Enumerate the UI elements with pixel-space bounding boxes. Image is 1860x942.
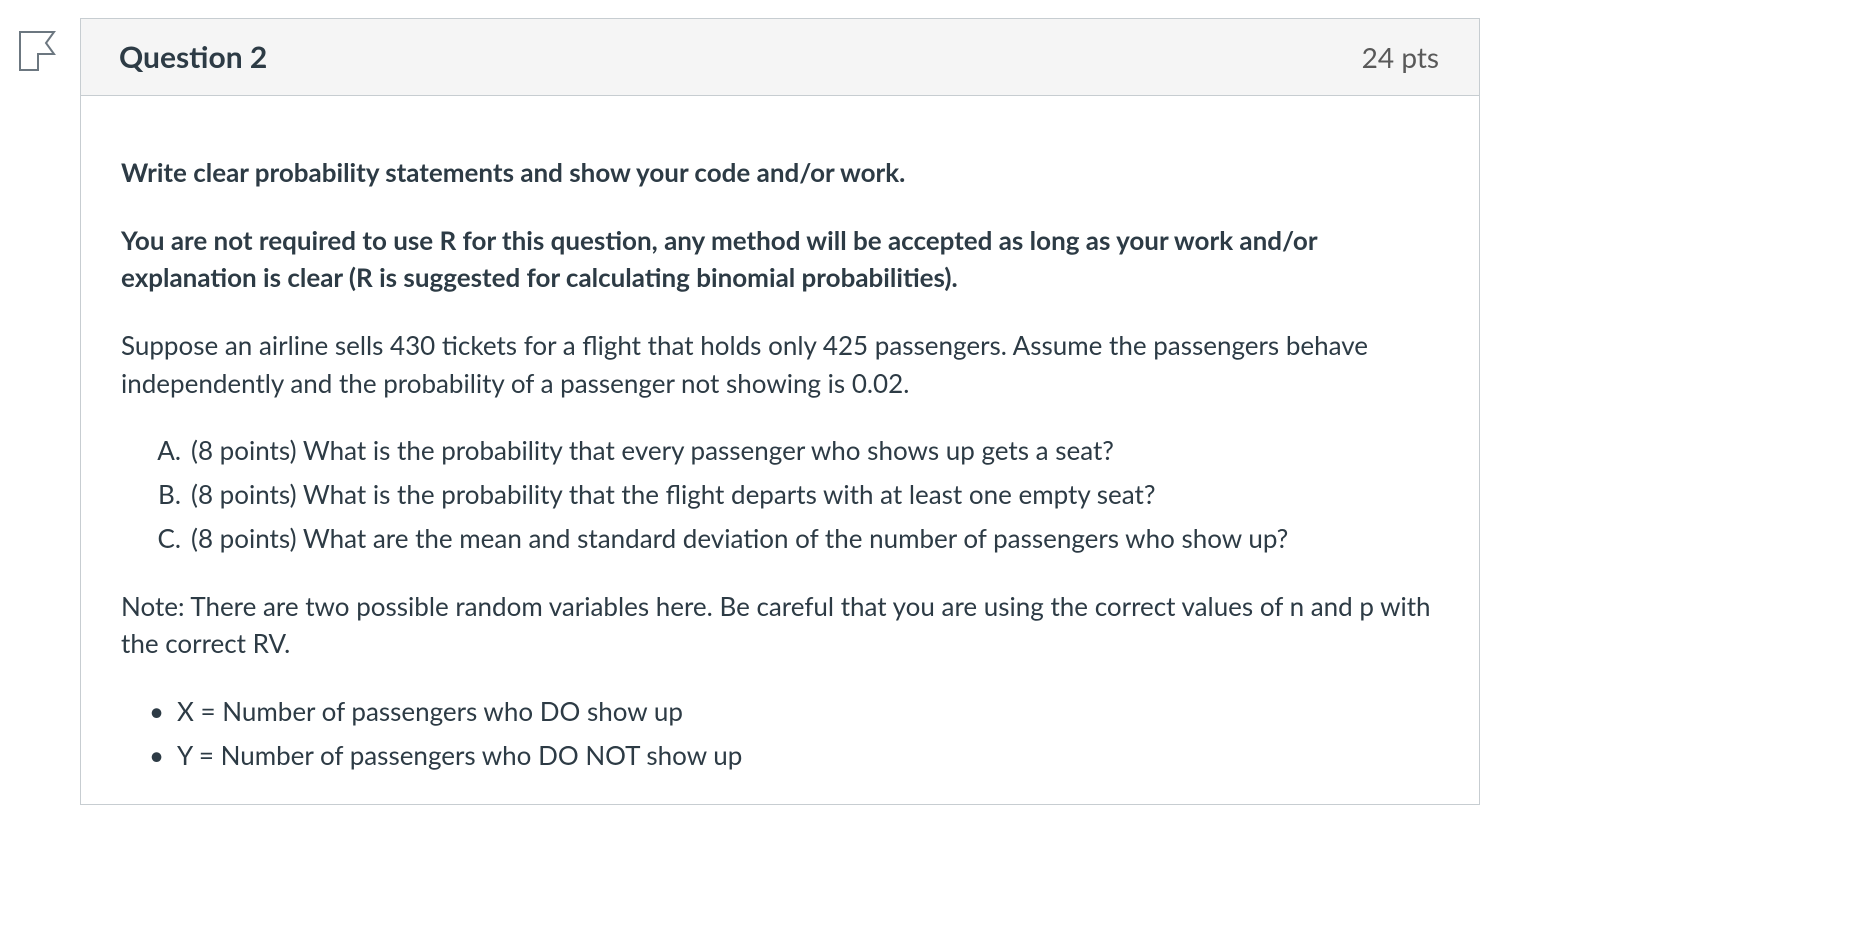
bullet-text: Y = Number of passengers who DO NOT show… xyxy=(177,739,742,771)
question-body: Write clear probability statements and s… xyxy=(81,96,1479,804)
list-item: Y = Number of passengers who DO NOT show… xyxy=(143,737,1439,775)
list-item: C. (8 points) What are the mean and stan… xyxy=(121,520,1439,558)
list-item: X = Number of passengers who DO show up xyxy=(143,693,1439,731)
question-header: Question 2 24 pts xyxy=(81,19,1479,96)
question-container: Question 2 24 pts Write clear probabilit… xyxy=(80,18,1480,805)
list-item: A. (8 points) What is the probability th… xyxy=(121,432,1439,470)
flag-icon[interactable] xyxy=(18,30,58,72)
note-text: Note: There are two possible random vari… xyxy=(121,588,1439,663)
list-item: B. (8 points) What is the probability th… xyxy=(121,476,1439,514)
instruction-line-2: You are not required to use R for this q… xyxy=(121,222,1439,297)
question-wrapper: Question 2 24 pts Write clear probabilit… xyxy=(0,0,1860,805)
part-text: (8 points) What is the probability that … xyxy=(191,476,1155,514)
instruction-line-1: Write clear probability statements and s… xyxy=(121,154,1439,192)
scenario-text: Suppose an airline sells 430 tickets for… xyxy=(121,327,1439,402)
parts-list: A. (8 points) What is the probability th… xyxy=(121,432,1439,557)
question-title: Question 2 xyxy=(119,39,267,75)
bullet-text: X = Number of passengers who DO show up xyxy=(177,695,683,727)
part-text: (8 points) What is the probability that … xyxy=(191,432,1114,470)
part-text: (8 points) What are the mean and standar… xyxy=(191,520,1288,558)
question-points: 24 pts xyxy=(1362,40,1439,74)
rv-list: X = Number of passengers who DO show up … xyxy=(121,693,1439,774)
part-marker: A. xyxy=(121,432,191,470)
part-marker: C. xyxy=(121,520,191,558)
part-marker: B. xyxy=(121,476,191,514)
